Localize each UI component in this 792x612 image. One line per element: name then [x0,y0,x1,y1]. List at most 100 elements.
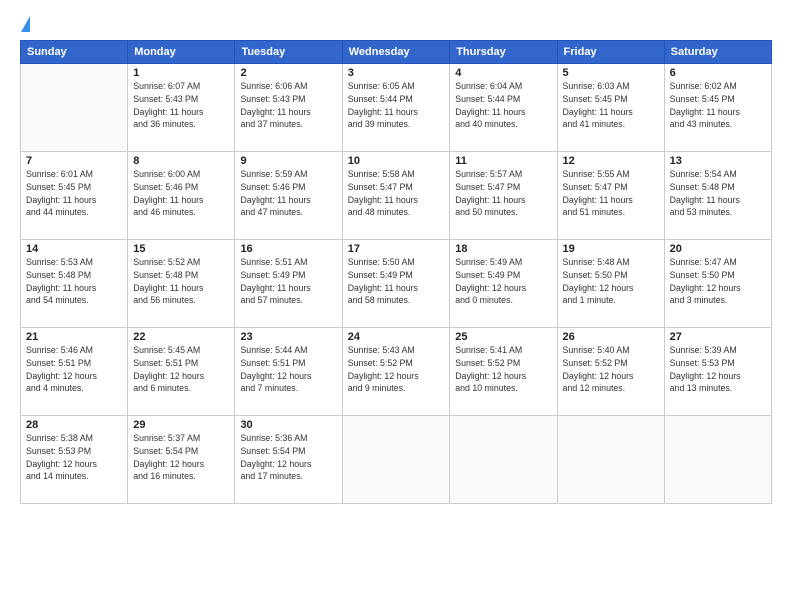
calendar-cell: 20Sunrise: 5:47 AM Sunset: 5:50 PM Dayli… [664,240,771,328]
day-info: Sunrise: 5:49 AM Sunset: 5:49 PM Dayligh… [455,256,551,307]
calendar-cell: 9Sunrise: 5:59 AM Sunset: 5:46 PM Daylig… [235,152,342,240]
weekday-header-wednesday: Wednesday [342,41,450,64]
calendar-cell [557,416,664,504]
day-number: 15 [133,243,229,255]
calendar-cell: 1Sunrise: 6:07 AM Sunset: 5:43 PM Daylig… [128,64,235,152]
weekday-header-tuesday: Tuesday [235,41,342,64]
calendar-cell: 28Sunrise: 5:38 AM Sunset: 5:53 PM Dayli… [21,416,128,504]
calendar-cell: 13Sunrise: 5:54 AM Sunset: 5:48 PM Dayli… [664,152,771,240]
day-number: 14 [26,243,122,255]
day-number: 24 [348,331,445,343]
day-info: Sunrise: 5:43 AM Sunset: 5:52 PM Dayligh… [348,344,445,395]
day-info: Sunrise: 6:05 AM Sunset: 5:44 PM Dayligh… [348,80,445,131]
weekday-header-sunday: Sunday [21,41,128,64]
calendar-cell: 12Sunrise: 5:55 AM Sunset: 5:47 PM Dayli… [557,152,664,240]
day-info: Sunrise: 6:01 AM Sunset: 5:45 PM Dayligh… [26,168,122,219]
calendar-cell: 3Sunrise: 6:05 AM Sunset: 5:44 PM Daylig… [342,64,450,152]
day-info: Sunrise: 5:44 AM Sunset: 5:51 PM Dayligh… [240,344,336,395]
day-number: 18 [455,243,551,255]
day-info: Sunrise: 5:50 AM Sunset: 5:49 PM Dayligh… [348,256,445,307]
calendar-table: SundayMondayTuesdayWednesdayThursdayFrid… [20,40,772,504]
day-number: 21 [26,331,122,343]
calendar-week-5: 28Sunrise: 5:38 AM Sunset: 5:53 PM Dayli… [21,416,772,504]
calendar-cell: 21Sunrise: 5:46 AM Sunset: 5:51 PM Dayli… [21,328,128,416]
day-info: Sunrise: 5:37 AM Sunset: 5:54 PM Dayligh… [133,432,229,483]
calendar-cell: 19Sunrise: 5:48 AM Sunset: 5:50 PM Dayli… [557,240,664,328]
day-info: Sunrise: 5:53 AM Sunset: 5:48 PM Dayligh… [26,256,122,307]
calendar-cell: 11Sunrise: 5:57 AM Sunset: 5:47 PM Dayli… [450,152,557,240]
calendar-cell: 15Sunrise: 5:52 AM Sunset: 5:48 PM Dayli… [128,240,235,328]
day-number: 25 [455,331,551,343]
logo-triangle-icon [21,16,30,32]
day-info: Sunrise: 5:46 AM Sunset: 5:51 PM Dayligh… [26,344,122,395]
calendar-cell: 16Sunrise: 5:51 AM Sunset: 5:49 PM Dayli… [235,240,342,328]
calendar-week-4: 21Sunrise: 5:46 AM Sunset: 5:51 PM Dayli… [21,328,772,416]
day-number: 2 [240,67,336,79]
calendar-cell [21,64,128,152]
calendar-cell: 29Sunrise: 5:37 AM Sunset: 5:54 PM Dayli… [128,416,235,504]
day-info: Sunrise: 5:57 AM Sunset: 5:47 PM Dayligh… [455,168,551,219]
calendar-cell: 23Sunrise: 5:44 AM Sunset: 5:51 PM Dayli… [235,328,342,416]
day-number: 28 [26,419,122,431]
day-number: 5 [563,67,659,79]
day-info: Sunrise: 5:58 AM Sunset: 5:47 PM Dayligh… [348,168,445,219]
calendar-cell [342,416,450,504]
calendar-cell: 7Sunrise: 6:01 AM Sunset: 5:45 PM Daylig… [21,152,128,240]
weekday-header-saturday: Saturday [664,41,771,64]
day-number: 4 [455,67,551,79]
day-info: Sunrise: 5:41 AM Sunset: 5:52 PM Dayligh… [455,344,551,395]
day-number: 16 [240,243,336,255]
day-info: Sunrise: 5:47 AM Sunset: 5:50 PM Dayligh… [670,256,766,307]
weekday-header-friday: Friday [557,41,664,64]
weekday-header-thursday: Thursday [450,41,557,64]
day-info: Sunrise: 5:36 AM Sunset: 5:54 PM Dayligh… [240,432,336,483]
calendar-cell: 22Sunrise: 5:45 AM Sunset: 5:51 PM Dayli… [128,328,235,416]
logo [20,16,30,34]
day-info: Sunrise: 5:39 AM Sunset: 5:53 PM Dayligh… [670,344,766,395]
day-info: Sunrise: 5:40 AM Sunset: 5:52 PM Dayligh… [563,344,659,395]
calendar-cell: 2Sunrise: 6:06 AM Sunset: 5:43 PM Daylig… [235,64,342,152]
day-info: Sunrise: 6:06 AM Sunset: 5:43 PM Dayligh… [240,80,336,131]
day-info: Sunrise: 6:00 AM Sunset: 5:46 PM Dayligh… [133,168,229,219]
day-info: Sunrise: 5:54 AM Sunset: 5:48 PM Dayligh… [670,168,766,219]
calendar-week-2: 7Sunrise: 6:01 AM Sunset: 5:45 PM Daylig… [21,152,772,240]
day-number: 8 [133,155,229,167]
calendar-cell: 8Sunrise: 6:00 AM Sunset: 5:46 PM Daylig… [128,152,235,240]
day-number: 9 [240,155,336,167]
day-number: 22 [133,331,229,343]
day-info: Sunrise: 5:55 AM Sunset: 5:47 PM Dayligh… [563,168,659,219]
calendar-cell: 5Sunrise: 6:03 AM Sunset: 5:45 PM Daylig… [557,64,664,152]
day-number: 13 [670,155,766,167]
day-number: 7 [26,155,122,167]
day-number: 30 [240,419,336,431]
calendar-cell [450,416,557,504]
calendar-header-row: SundayMondayTuesdayWednesdayThursdayFrid… [21,41,772,64]
day-info: Sunrise: 5:52 AM Sunset: 5:48 PM Dayligh… [133,256,229,307]
calendar-cell: 6Sunrise: 6:02 AM Sunset: 5:45 PM Daylig… [664,64,771,152]
calendar-cell: 27Sunrise: 5:39 AM Sunset: 5:53 PM Dayli… [664,328,771,416]
day-number: 12 [563,155,659,167]
calendar-cell: 18Sunrise: 5:49 AM Sunset: 5:49 PM Dayli… [450,240,557,328]
day-info: Sunrise: 5:38 AM Sunset: 5:53 PM Dayligh… [26,432,122,483]
day-info: Sunrise: 5:45 AM Sunset: 5:51 PM Dayligh… [133,344,229,395]
calendar-cell: 10Sunrise: 5:58 AM Sunset: 5:47 PM Dayli… [342,152,450,240]
day-number: 19 [563,243,659,255]
day-info: Sunrise: 5:51 AM Sunset: 5:49 PM Dayligh… [240,256,336,307]
calendar-cell: 14Sunrise: 5:53 AM Sunset: 5:48 PM Dayli… [21,240,128,328]
page: SundayMondayTuesdayWednesdayThursdayFrid… [0,0,792,612]
calendar-week-3: 14Sunrise: 5:53 AM Sunset: 5:48 PM Dayli… [21,240,772,328]
day-info: Sunrise: 6:07 AM Sunset: 5:43 PM Dayligh… [133,80,229,131]
day-number: 20 [670,243,766,255]
calendar-week-1: 1Sunrise: 6:07 AM Sunset: 5:43 PM Daylig… [21,64,772,152]
calendar-cell: 24Sunrise: 5:43 AM Sunset: 5:52 PM Dayli… [342,328,450,416]
calendar-cell [664,416,771,504]
day-number: 1 [133,67,229,79]
day-number: 23 [240,331,336,343]
day-number: 29 [133,419,229,431]
header [20,16,772,34]
day-number: 27 [670,331,766,343]
day-info: Sunrise: 6:02 AM Sunset: 5:45 PM Dayligh… [670,80,766,131]
day-info: Sunrise: 6:04 AM Sunset: 5:44 PM Dayligh… [455,80,551,131]
weekday-header-monday: Monday [128,41,235,64]
day-number: 10 [348,155,445,167]
